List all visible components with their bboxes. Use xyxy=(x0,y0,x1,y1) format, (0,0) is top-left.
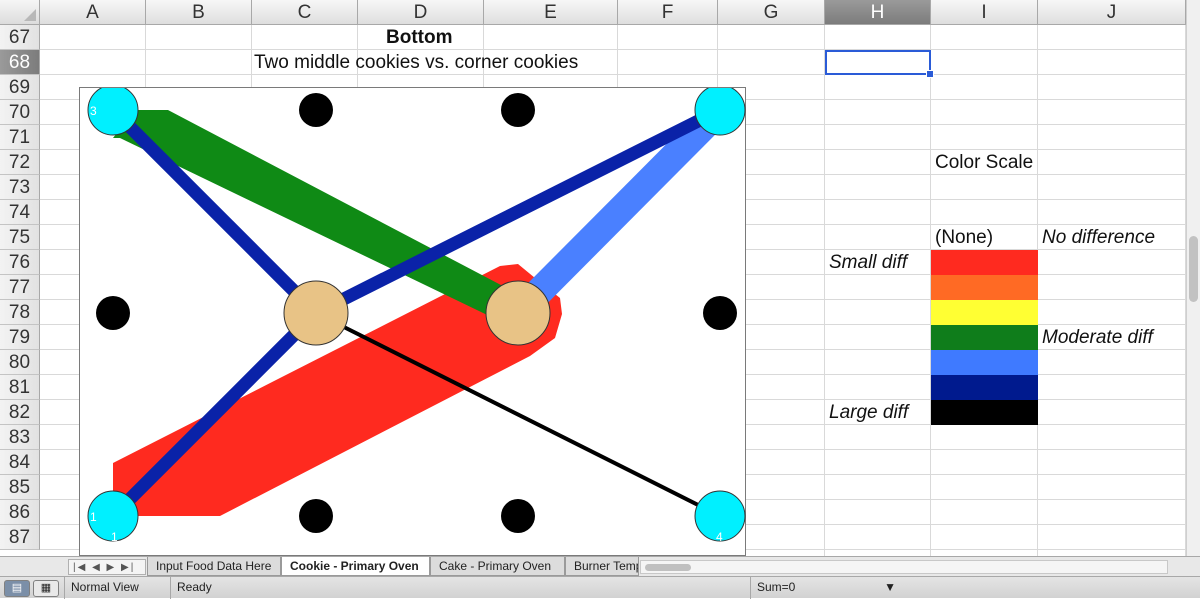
sheet-tab-burner-temp[interactable]: Burner Temp xyxy=(565,557,639,576)
row-header-74[interactable]: 74 xyxy=(0,200,40,225)
vertical-scroll-thumb[interactable] xyxy=(1189,236,1198,302)
column-header-j[interactable]: J xyxy=(1038,0,1186,25)
column-header-h[interactable]: H xyxy=(825,0,931,25)
row-header-87[interactable]: 87 xyxy=(0,525,40,550)
black-cookie-bottom-2 xyxy=(299,499,333,533)
small-diff-label[interactable]: Small diff xyxy=(829,250,907,275)
row-header-71[interactable]: 71 xyxy=(0,125,40,150)
middle-cookie-left xyxy=(283,280,349,346)
row-header-68[interactable]: 68 xyxy=(0,50,40,75)
moderate-diff-label[interactable]: Moderate diff xyxy=(1042,325,1153,350)
black-cookie-bottom-3 xyxy=(501,499,535,533)
black-cookie-top-2 xyxy=(299,93,333,127)
color-scale-title[interactable]: Color Scale xyxy=(935,150,1033,175)
row-header-75[interactable]: 75 xyxy=(0,225,40,250)
row-gridline xyxy=(40,49,1186,50)
spreadsheet-grid[interactable]: ABCDEFGHIJ 67 68 69 70 71 72 73 74 75 76 77 78 79 80 8… xyxy=(0,0,1200,556)
sum-dropdown[interactable]: Sum=0 ▼ xyxy=(750,577,902,599)
row-header-76[interactable]: 76 xyxy=(0,250,40,275)
column-header-c[interactable]: C xyxy=(252,0,358,25)
row-header-77[interactable]: 77 xyxy=(0,275,40,300)
sum-value: Sum=0 xyxy=(757,580,796,594)
corner-label-bottom-left: 1 xyxy=(90,510,97,524)
corner-cookie-top-right xyxy=(694,84,746,136)
row-header-79[interactable]: 79 xyxy=(0,325,40,350)
row-header-73[interactable]: 73 xyxy=(0,175,40,200)
corner-label-top-left: 3 xyxy=(90,104,97,118)
row-header-80[interactable]: 80 xyxy=(0,350,40,375)
row-header-82[interactable]: 82 xyxy=(0,400,40,425)
cell-d67[interactable]: Bottom xyxy=(386,25,452,50)
row-header-69[interactable]: 69 xyxy=(0,75,40,100)
row-header-72[interactable]: 72 xyxy=(0,150,40,175)
column-header-i[interactable]: I xyxy=(931,0,1038,25)
no-difference-label[interactable]: No difference xyxy=(1042,225,1155,250)
corner-label-bottom-right: 4 xyxy=(716,530,723,544)
horizontal-scroll-thumb[interactable] xyxy=(645,564,691,571)
selected-cell-h68[interactable] xyxy=(825,50,934,78)
column-header-a[interactable]: A xyxy=(40,0,146,25)
sheet-nav-buttons[interactable]: |◀ ◀ ▶ ▶| xyxy=(68,559,146,575)
ready-status: Ready xyxy=(170,577,750,599)
color-scale-swatch-3[interactable] xyxy=(931,300,1038,325)
chart-svg: 3 1 1 4 xyxy=(87,84,746,544)
corner-label-bottom-left-2: 1 xyxy=(111,530,118,544)
middle-cookie-right xyxy=(485,280,551,346)
column-header-f[interactable]: F xyxy=(618,0,718,25)
color-scale-swatch-2[interactable] xyxy=(931,275,1038,300)
row-header-67[interactable]: 67 xyxy=(0,25,40,50)
column-header-e[interactable]: E xyxy=(484,0,618,25)
column-header-b[interactable]: B xyxy=(146,0,252,25)
sheet-tab-cookie-primary-oven[interactable]: Cookie - Primary Oven xyxy=(281,557,430,576)
column-gridline xyxy=(824,25,825,556)
row-header-86[interactable]: 86 xyxy=(0,500,40,525)
cookie-oven-chart[interactable]: 3 1 1 4 xyxy=(79,84,746,556)
row-header-84[interactable]: 84 xyxy=(0,450,40,475)
color-scale-swatch-5[interactable] xyxy=(931,350,1038,375)
column-header-d[interactable]: D xyxy=(358,0,484,25)
view-mode-label: Normal View xyxy=(64,577,170,599)
cell-c68[interactable]: Two middle cookies vs. corner cookies xyxy=(254,50,578,75)
none-label[interactable]: (None) xyxy=(935,225,993,250)
row-gridline xyxy=(40,74,1186,75)
chevron-down-icon: ▼ xyxy=(884,580,896,594)
black-cookie-left-middle xyxy=(96,296,130,330)
select-all-corner[interactable] xyxy=(0,0,40,25)
sheet-tab-bar: |◀ ◀ ▶ ▶| Input Food Data Here Cookie - P… xyxy=(0,556,1200,576)
row-header-78[interactable]: 78 xyxy=(0,300,40,325)
column-header-g[interactable]: G xyxy=(718,0,825,25)
row-header-81[interactable]: 81 xyxy=(0,375,40,400)
horizontal-scrollbar[interactable] xyxy=(640,560,1168,574)
black-cookie-right-middle xyxy=(703,296,737,330)
color-scale-swatch-6[interactable] xyxy=(931,375,1038,400)
color-scale-swatch-4[interactable] xyxy=(931,325,1038,350)
row-header-83[interactable]: 83 xyxy=(0,425,40,450)
light-blue-difference-line xyxy=(508,100,730,323)
normal-view-icon[interactable]: ▤ xyxy=(4,580,30,597)
row-header-70[interactable]: 70 xyxy=(0,100,40,125)
sheet-tab-cake-primary-oven[interactable]: Cake - Primary Oven xyxy=(430,557,565,576)
large-diff-label[interactable]: Large diff xyxy=(829,400,908,425)
black-cookie-top-3 xyxy=(501,93,535,127)
color-scale-swatch-1[interactable] xyxy=(931,250,1038,275)
color-scale-swatch-7[interactable] xyxy=(931,400,1038,425)
vertical-scrollbar[interactable] xyxy=(1186,0,1200,556)
status-bar: ▤ ▦ Normal View Ready Sum=0 ▼ xyxy=(0,576,1200,599)
page-layout-view-icon[interactable]: ▦ xyxy=(33,580,59,597)
row-header-85[interactable]: 85 xyxy=(0,475,40,500)
sheet-tab-input-food-data-here[interactable]: Input Food Data Here xyxy=(147,557,281,576)
